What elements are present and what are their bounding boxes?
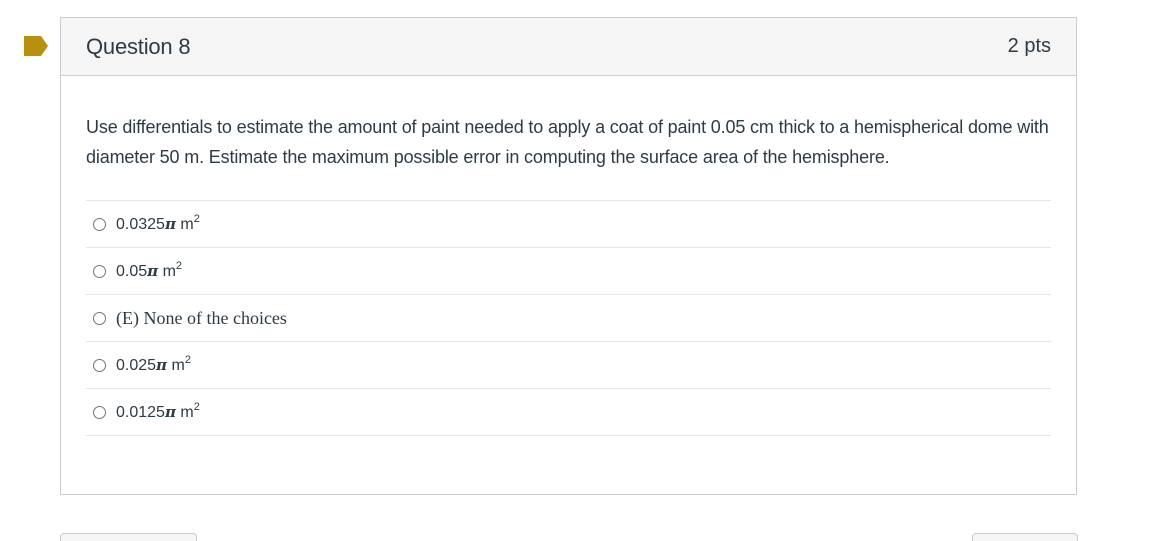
pi-symbol: π bbox=[164, 214, 176, 233]
answer-option[interactable]: (E) None of the choices bbox=[86, 295, 1051, 342]
next-button[interactable] bbox=[972, 533, 1078, 541]
pi-symbol: π bbox=[147, 261, 159, 280]
answer-list: 0.0325π m2 0.05π m2 (E) None of the choi… bbox=[86, 200, 1051, 436]
radio-button[interactable] bbox=[93, 358, 106, 372]
answer-label: 0.05π m2 bbox=[116, 259, 183, 281]
pi-symbol: π bbox=[156, 355, 168, 374]
answer-option[interactable]: 0.025π m2 bbox=[86, 342, 1051, 389]
answer-exponent: 2 bbox=[184, 353, 191, 366]
flag-question-icon[interactable] bbox=[24, 36, 48, 56]
answer-unit: m bbox=[162, 262, 176, 280]
answer-label: 0.0325π m2 bbox=[116, 212, 200, 234]
question-body: Use differentials to estimate the amount… bbox=[61, 76, 1076, 436]
question-title: Question 8 bbox=[86, 33, 191, 59]
answer-value: 0.025 bbox=[116, 356, 157, 374]
answer-option[interactable]: 0.0125π m2 bbox=[86, 389, 1051, 436]
radio-button[interactable] bbox=[93, 264, 106, 278]
answer-value: 0.0125 bbox=[116, 403, 165, 421]
answer-unit: m bbox=[171, 356, 185, 374]
answer-unit: m bbox=[180, 215, 194, 233]
radio-button[interactable] bbox=[93, 217, 106, 231]
answer-option[interactable]: 0.0325π m2 bbox=[86, 201, 1051, 248]
pi-symbol: π bbox=[164, 402, 176, 421]
question-text: Use differentials to estimate the amount… bbox=[86, 117, 1049, 167]
question-points: 2 pts bbox=[1007, 35, 1051, 57]
answer-label: (E) None of the choices bbox=[116, 307, 287, 328]
answer-exponent: 2 bbox=[193, 212, 200, 225]
question-card: Question 8 2 pts Use differentials to es… bbox=[60, 17, 1077, 495]
answer-label: 0.025π m2 bbox=[116, 353, 191, 375]
question-header: Question 8 2 pts bbox=[61, 18, 1076, 76]
answer-unit: m bbox=[180, 403, 194, 421]
quiz-page: Question 8 2 pts Use differentials to es… bbox=[0, 0, 1154, 541]
answer-label: 0.0125π m2 bbox=[116, 400, 200, 422]
answer-exponent: 2 bbox=[175, 259, 183, 272]
answer-value: 0.0325 bbox=[116, 215, 165, 233]
answer-option[interactable]: 0.05π m2 bbox=[86, 248, 1051, 295]
previous-button[interactable] bbox=[60, 533, 197, 541]
answer-exponent: 2 bbox=[193, 400, 200, 413]
answer-value: 0.05 bbox=[116, 262, 148, 280]
radio-button[interactable] bbox=[93, 311, 106, 325]
radio-button[interactable] bbox=[93, 405, 106, 419]
